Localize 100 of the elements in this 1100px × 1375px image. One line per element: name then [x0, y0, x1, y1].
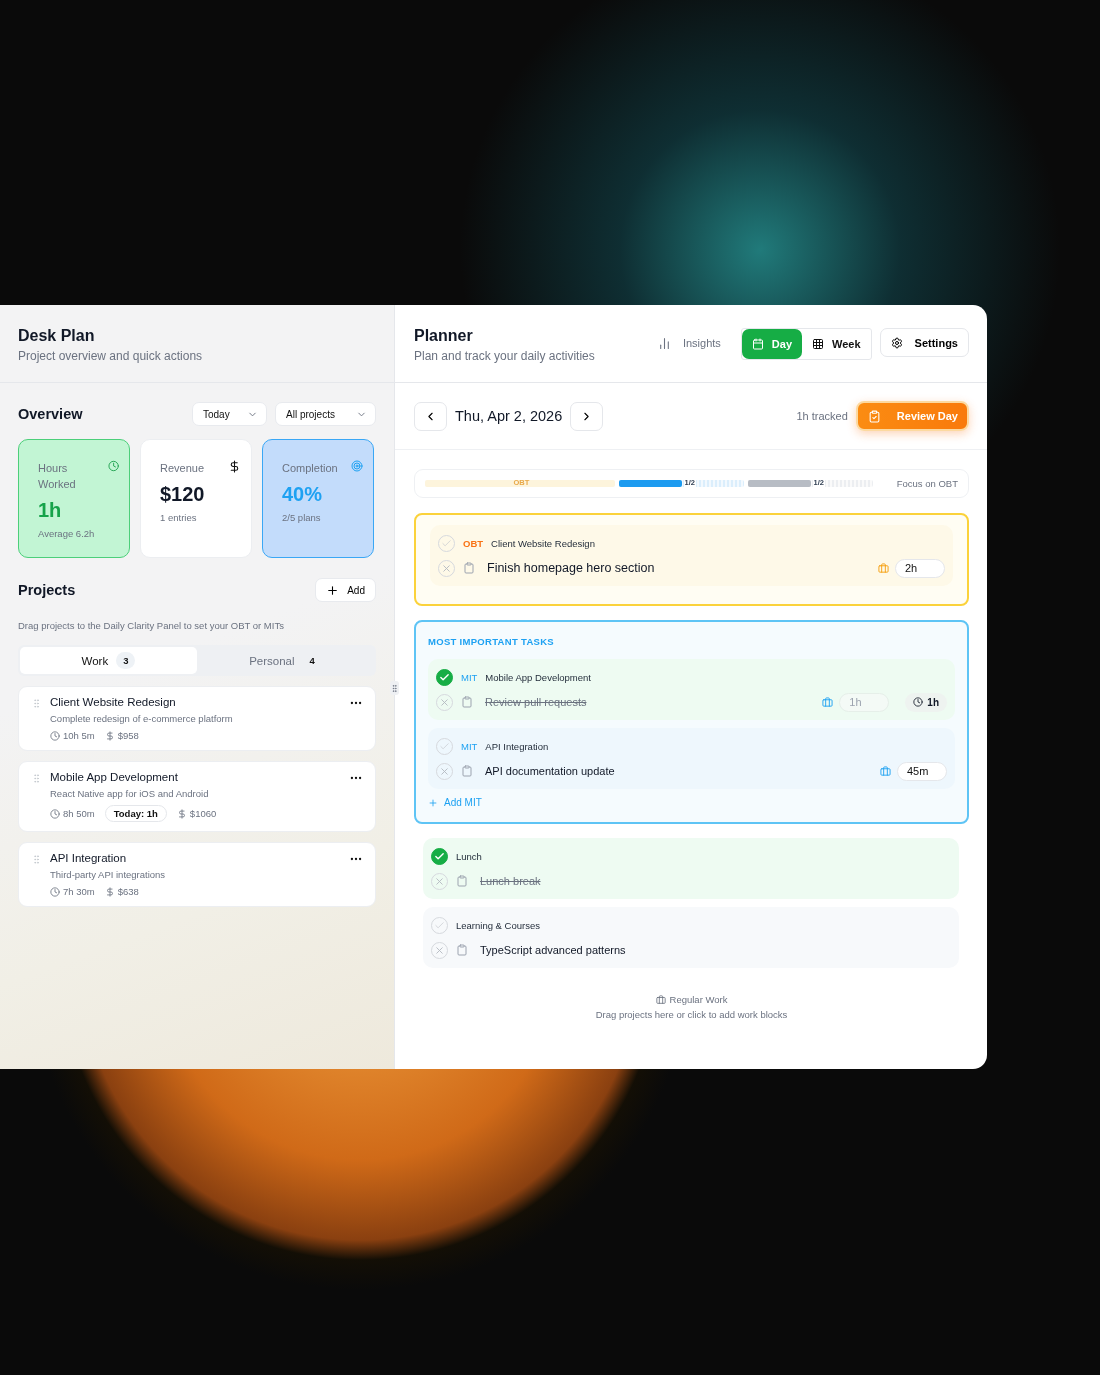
bar-chart-icon — [657, 336, 671, 350]
project-name: Mobile App Development — [50, 771, 179, 783]
task-title: Lunch break — [480, 875, 541, 887]
clock-icon — [50, 886, 60, 897]
project-amount: $1060 — [189, 808, 217, 819]
close-icon — [439, 765, 450, 777]
clipboard-check-icon — [867, 409, 881, 423]
tracked-total: 1h tracked — [796, 410, 848, 422]
filter-dropdown[interactable]: Today — [192, 402, 267, 426]
briefcase-icon — [655, 994, 666, 1005]
project-name: Client Website Redesign — [50, 696, 177, 708]
time-spent: 8h 50m — [63, 808, 95, 819]
clipboard-icon — [456, 875, 468, 887]
next-day-button[interactable] — [570, 401, 604, 431]
check-icon — [441, 537, 452, 549]
section-title: Projects — [18, 582, 76, 598]
project-card[interactable]: Mobile App Development React Native app for iOS and Android 8h 50m Today: 1h $1060 — [18, 761, 376, 832]
add-button[interactable]: Add — [315, 578, 376, 602]
view-tab[interactable]: Week — [802, 329, 871, 359]
briefcase-icon — [822, 696, 834, 708]
previous-day-button[interactable] — [414, 401, 447, 431]
drop-zone-hint: Drag projects here or click to add work blocks — [595, 1009, 788, 1020]
drop-zone-title: Regular Work — [655, 994, 728, 1005]
calendar-icon — [751, 338, 764, 350]
check-icon — [439, 740, 450, 752]
grip-icon — [390, 683, 399, 693]
time-spent: 10h 5m — [63, 730, 95, 741]
settings-icon — [890, 336, 903, 349]
tracked-value: 1h — [927, 696, 939, 708]
stat-value: $120 — [160, 483, 206, 506]
project-description: React Native app for iOS and Android — [50, 788, 210, 799]
plus-icon — [326, 583, 340, 597]
close-icon — [434, 944, 445, 956]
sidebar-title: Desk Plan — [18, 327, 96, 345]
tab-count: 3 — [116, 652, 136, 669]
dollar-icon — [176, 808, 187, 819]
target-icon — [351, 460, 363, 472]
task-title: TypeScript advanced patterns — [480, 944, 626, 956]
drag-handle-icon[interactable] — [31, 698, 42, 709]
project-name: API Integration — [485, 740, 549, 752]
project-tab[interactable]: Personal 4 — [197, 647, 374, 674]
clipboard-icon — [456, 944, 468, 956]
clock-icon — [50, 808, 60, 819]
project-amount: $958 — [117, 730, 139, 741]
clipboard-icon — [461, 765, 473, 777]
stat-note: Average 6.2h — [38, 528, 96, 539]
stat-value: 1h — [38, 499, 63, 522]
time-spent: 7h 30m — [63, 886, 95, 897]
task-title: Finish homepage hero section — [487, 561, 655, 575]
task-title: Review pull requests — [485, 696, 587, 708]
drag-handle-icon[interactable] — [31, 773, 42, 784]
clipboard-icon — [461, 696, 473, 708]
clock-icon — [913, 697, 924, 707]
dollar-icon — [228, 460, 241, 473]
project-name: Client Website Redesign — [491, 537, 595, 549]
close-icon — [439, 696, 450, 708]
stat-value: 40% — [282, 483, 324, 506]
task-tag: MIT — [461, 740, 478, 752]
estimate-field[interactable]: 45m — [897, 761, 947, 781]
stat-note: 1 entries — [160, 512, 198, 523]
project-name: Lunch — [456, 850, 482, 862]
task-tag: MIT — [461, 671, 478, 683]
stat-note: 2/5 plans — [282, 512, 322, 523]
sidebar-subtitle: Project overview and quick actions — [18, 349, 204, 363]
focus-label: Focus on OBT — [896, 478, 958, 489]
check-toggle[interactable] — [436, 668, 453, 686]
briefcase-icon — [880, 765, 891, 777]
stat-label: Completion — [282, 461, 338, 476]
briefcase-icon — [878, 562, 889, 574]
drag-handle-icon[interactable] — [31, 854, 42, 865]
project-card[interactable]: Client Website Redesign Complete redesign of e-commerce platform 10h 5m $958 — [18, 686, 376, 751]
settings-button[interactable]: Settings — [879, 328, 969, 357]
check-icon — [439, 671, 450, 683]
project-name: Learning & Courses — [456, 919, 540, 931]
task-tag: OBT — [463, 537, 484, 549]
check-toggle[interactable] — [431, 847, 448, 865]
plus-icon — [428, 797, 438, 808]
drop-zone[interactable]: Regular Work Drag projects here or click to add work blocks — [414, 994, 969, 1020]
task-title: API documentation update — [485, 765, 615, 777]
projects-hint: Drag projects to the Daily Clarity Panel to set your OBT or MITs — [18, 620, 285, 631]
project-amount: $638 — [117, 886, 139, 897]
current-date: Thu, Apr 2, 2026 — [455, 408, 563, 424]
project-tab[interactable]: Work 3 — [20, 647, 197, 674]
section-heading: MOST IMPORTANT TASKS — [428, 636, 555, 647]
clipboard-icon — [463, 562, 475, 574]
planner-subtitle: Plan and track your daily activities — [414, 349, 595, 363]
estimate-field[interactable]: 2h — [895, 558, 945, 578]
dollar-icon — [104, 886, 115, 897]
planner-title: Planner — [414, 327, 474, 345]
project-name: Mobile App Development — [485, 671, 591, 683]
check-icon — [434, 919, 445, 931]
insights-button[interactable]: Insights — [643, 328, 735, 358]
project-card[interactable]: API Integration Third-party API integrations 7h 30m $638 — [18, 842, 376, 907]
clock-icon — [50, 730, 60, 741]
grid-icon — [812, 338, 825, 350]
project-name: API Integration — [50, 852, 128, 864]
clock-icon — [107, 460, 119, 472]
project-description: Complete redesign of e-commerce platform — [50, 713, 234, 724]
resize-handle[interactable] — [390, 681, 399, 695]
filter-dropdown[interactable]: All projects — [275, 402, 376, 426]
